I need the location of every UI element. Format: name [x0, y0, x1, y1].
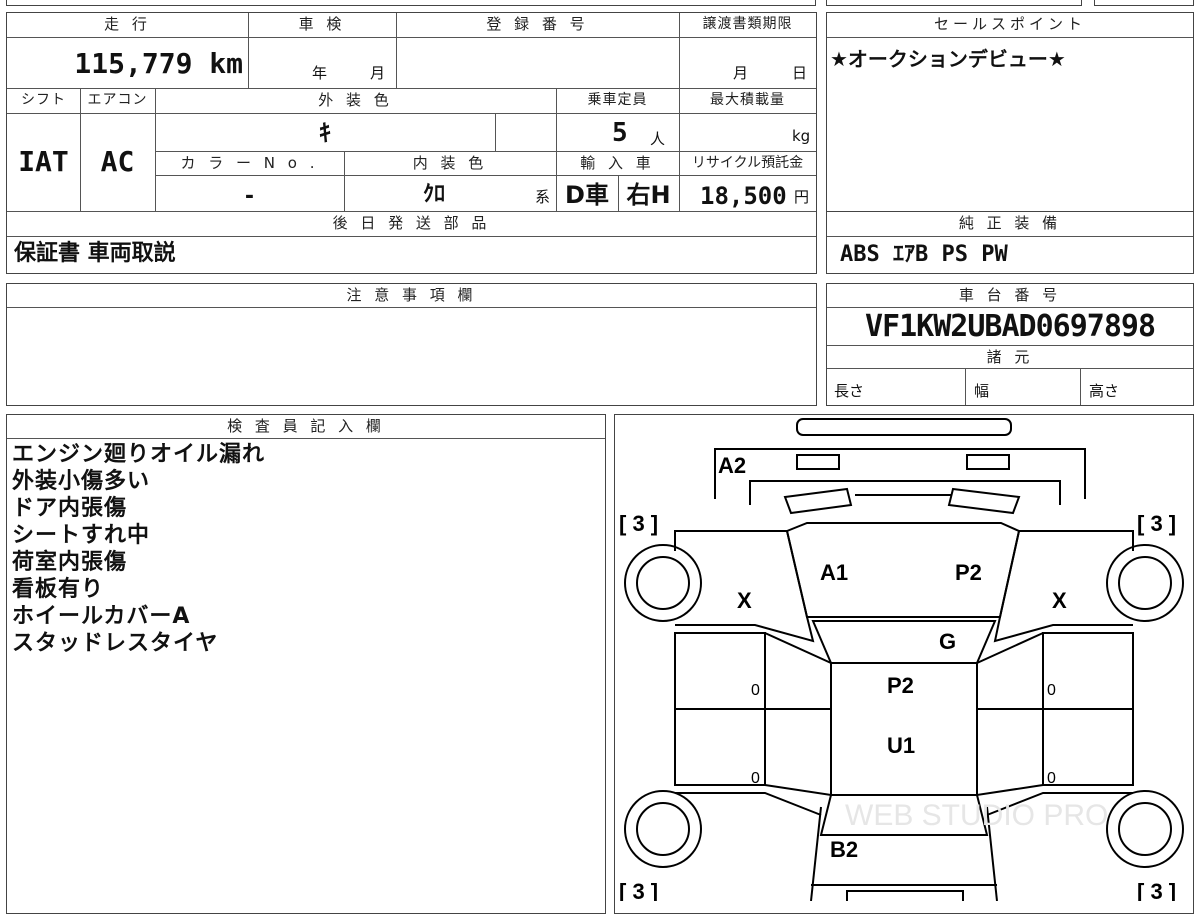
registration-label: 登 録 番 号: [486, 15, 589, 33]
handle-value: 右H: [626, 181, 671, 209]
shaken-label: 車 検: [298, 15, 346, 33]
interior-color-value: ｸﾛ: [422, 182, 445, 207]
notes-label: 注 意 事 項 欄: [346, 286, 477, 304]
shaken-year-unit: 年: [312, 64, 328, 82]
shift-label: シフト: [21, 92, 66, 108]
interior-color-label: 内 装 色: [412, 154, 488, 172]
mark-p2-roof: P2: [887, 673, 914, 698]
capacity-unit: 人: [650, 130, 666, 148]
mark-tire-tr: [ 3 ]: [1137, 511, 1176, 536]
ac-label: エアコン: [87, 92, 148, 108]
rear-gate-shape: [810, 806, 822, 901]
length-label: 長さ: [834, 382, 865, 400]
recycle-fee-value: 18,500: [700, 182, 787, 210]
color-no-value: -: [244, 184, 255, 209]
width-label: 幅: [974, 382, 990, 400]
recycle-fee-unit: 円: [794, 188, 810, 206]
max-load-label: 最大積載量: [710, 92, 785, 108]
later-parts-text: 保証書 車両取説: [14, 241, 176, 266]
top-strip-left: [6, 0, 816, 6]
sales-point-box: [826, 12, 1194, 212]
fender-right-shape: [993, 530, 1134, 643]
interior-color-suffix: 系: [535, 188, 551, 206]
inspector-line: ドア内張傷: [12, 496, 128, 521]
sales-point-label: セールスポイント: [933, 15, 1086, 33]
mark-door-r1: 0: [1047, 682, 1056, 699]
inspector-line: 荷室内張傷: [12, 550, 128, 575]
vehicle-diagram: WEB STUDIO PRO A2 A1 P2 G X X P2 U1 B2 […: [619, 418, 1184, 901]
inspector-label: 検 査 員 記 入 欄: [227, 417, 385, 435]
inspector-line: シートすれ中: [12, 523, 151, 548]
mark-x-left: X: [737, 588, 752, 613]
capacity-label: 乗車定員: [587, 92, 648, 108]
top-strip-corner: [1094, 0, 1194, 6]
wheel-rear-right-inner: [1118, 802, 1172, 856]
mark-tire-br: [ 3 ]: [1137, 879, 1176, 901]
mark-u1: U1: [887, 733, 915, 758]
shaken-month-unit: 月: [370, 64, 386, 82]
mark-p2-hood: P2: [955, 560, 982, 585]
ac-value: AC: [100, 145, 135, 178]
top-strip-right: [826, 0, 1082, 6]
recycle-fee-label: リサイクル預託金: [691, 155, 804, 171]
inspector-line: 外装小傷多い: [12, 469, 151, 494]
capacity-value: 5: [612, 118, 628, 148]
mark-a2: A2: [718, 453, 746, 478]
import-label: 輸 入 車: [580, 154, 655, 172]
later-parts-label: 後 日 発 送 部 品: [332, 214, 491, 232]
door-right-window: [976, 632, 1044, 797]
chassis-number: VF1KW2UBAD0697898: [864, 309, 1156, 344]
fender-left-shape: [674, 530, 815, 643]
mark-tire-bl: [ 3 ]: [619, 879, 658, 901]
front-grille-shape: [796, 418, 1012, 436]
mark-b2: B2: [830, 837, 858, 862]
headlight-right-shape: [966, 454, 1010, 470]
shift-value: IAT: [18, 145, 69, 178]
hood-shape: [749, 480, 1061, 505]
genuine-equipment-label: 純 正 装 備: [958, 214, 1062, 232]
mark-a1: A1: [820, 560, 848, 585]
roof-front-shape: [811, 620, 997, 664]
mileage-label: 走 行: [104, 15, 151, 33]
genuine-equipment-text: ABS ｴｱB PS PW: [840, 242, 1008, 267]
front-bumper-shape: [714, 448, 1086, 499]
height-label: 高さ: [1089, 382, 1120, 400]
mark-x-right: X: [1052, 588, 1067, 613]
inspector-line: スタッドレスタイヤ: [12, 631, 219, 656]
mark-door-l1: 0: [751, 682, 760, 699]
mileage-value: 115,779 km: [74, 47, 243, 80]
exterior-color-label: 外 装 色: [318, 91, 393, 109]
mark-tire-tl: [ 3 ]: [619, 511, 658, 536]
inspector-line: エンジン廻りオイル漏れ: [12, 442, 266, 467]
mark-door-r2: 0: [1047, 770, 1056, 787]
specs-label: 諸 元: [986, 348, 1034, 366]
headlight-left-shape: [796, 454, 840, 470]
wheel-rear-left-inner: [636, 802, 690, 856]
inspector-line: ホイールカバーA: [12, 604, 191, 629]
inspector-line: 看板有り: [12, 577, 105, 602]
import-value: D車: [565, 181, 609, 209]
chassis-label: 車 台 番 号: [958, 286, 1062, 304]
wheel-front-right-inner: [1118, 556, 1172, 610]
watermark-text: WEB STUDIO PRO: [845, 799, 1108, 832]
transfer-deadline-label: 譲渡書類期限: [702, 16, 793, 32]
inspector-notes: エンジン廻りオイル漏れ 外装小傷多い ドア内張傷 シートすれ中 荷室内張傷 看板…: [12, 441, 265, 657]
wheel-front-left-inner: [636, 556, 690, 610]
color-no-label: カ ラ ー N o .: [180, 154, 319, 172]
max-load-unit: kg: [792, 127, 811, 145]
door-left-window: [764, 632, 832, 797]
wiper-right-shape: [947, 487, 1021, 515]
transfer-month-unit: 月: [733, 64, 749, 82]
wiper-left-shape: [783, 487, 853, 515]
mark-door-l2: 0: [751, 770, 760, 787]
transfer-day-unit: 日: [792, 64, 808, 82]
mark-g: G: [939, 629, 956, 654]
exterior-color-value: ｷ: [319, 119, 331, 147]
sales-point-text: ★オークションデビュー★: [830, 47, 1066, 71]
